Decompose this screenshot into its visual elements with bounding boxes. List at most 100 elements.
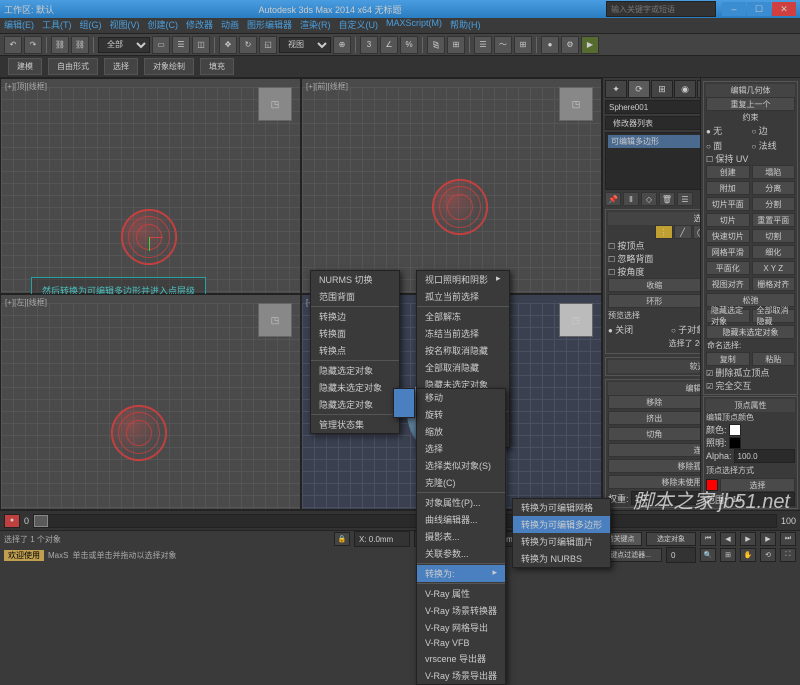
menu-animation[interactable]: 动画: [221, 18, 239, 33]
remove-button[interactable]: 移除: [608, 395, 701, 409]
create-tab[interactable]: ✦: [605, 80, 627, 98]
redo-button[interactable]: ↷: [24, 36, 42, 54]
tab-modeling[interactable]: 建模: [8, 58, 42, 75]
menu-edit[interactable]: 编辑(E): [4, 18, 34, 33]
menu-item[interactable]: 隐藏未选定对象: [311, 379, 399, 396]
select-region-button[interactable]: ◫: [192, 36, 210, 54]
menu-item[interactable]: 缩放: [417, 423, 505, 440]
align-button[interactable]: ⊞: [447, 36, 465, 54]
menu-item[interactable]: V-Ray 场景转换器: [417, 602, 505, 619]
menu-item[interactable]: 选择类似对象(S): [417, 457, 505, 474]
menu-view[interactable]: 视图(V): [110, 18, 140, 33]
menu-item[interactable]: 对象属性(P)...: [417, 494, 505, 511]
scale-button[interactable]: ◱: [259, 36, 277, 54]
menu-item[interactable]: 隐藏选定对象: [311, 362, 399, 379]
extrude-button[interactable]: 挤出: [608, 411, 701, 425]
shrink-button[interactable]: 收缩: [608, 278, 701, 292]
menu-maxscript[interactable]: MAXScript(M): [386, 18, 442, 33]
tab-populate[interactable]: 填充: [200, 58, 234, 75]
menu-render[interactable]: 渲染(R): [300, 18, 331, 33]
snap-button[interactable]: 3: [360, 36, 378, 54]
menu-item[interactable]: 转换为可编辑面片: [513, 533, 610, 550]
zoom-button[interactable]: 🔍: [700, 548, 716, 562]
menu-item[interactable]: 管理状态集: [311, 416, 399, 433]
menu-item-convert-poly[interactable]: 转换为可编辑多边形: [513, 516, 610, 533]
configure-button[interactable]: ☰: [677, 192, 693, 206]
angle-snap-button[interactable]: ∠: [380, 36, 398, 54]
menu-item[interactable]: 按名称取消隐藏: [417, 342, 509, 359]
xyz-button[interactable]: X Y Z: [752, 261, 796, 275]
sel-lock-button[interactable]: 选定对象: [646, 532, 696, 546]
play-button[interactable]: ▶: [740, 532, 756, 546]
viewport-front[interactable]: [+][前][线框] ◳: [301, 78, 602, 294]
paste-button[interactable]: 粘贴: [752, 352, 796, 366]
undo-button[interactable]: ↶: [4, 36, 22, 54]
rollout-vertex-props[interactable]: 顶点属性: [706, 399, 795, 412]
goto-start-button[interactable]: ⏮: [700, 532, 716, 546]
menu-item[interactable]: vrscene 导出器: [417, 650, 505, 667]
viewport-front-label[interactable]: [+][前][线框]: [306, 81, 348, 92]
constraint-normal-radio[interactable]: 法线: [752, 139, 796, 152]
unhide-all-button[interactable]: 全部取消隐藏: [752, 309, 796, 323]
constraint-face-radio[interactable]: 面: [706, 139, 750, 152]
split-button[interactable]: 分割: [752, 197, 796, 211]
menu-item[interactable]: 全部取消隐藏: [417, 359, 509, 376]
vertex-subobj-button[interactable]: ⋮: [655, 225, 673, 239]
mirror-button[interactable]: ⧎: [427, 36, 445, 54]
viewcube-icon[interactable]: ◳: [559, 303, 593, 337]
slice-button[interactable]: 切片: [706, 213, 750, 227]
menu-item[interactable]: 移动: [417, 389, 505, 406]
by-angle-checkbox[interactable]: 按角度: [608, 265, 644, 278]
menu-item[interactable]: V-Ray 场景导出器: [417, 667, 505, 684]
help-search-input[interactable]: [606, 1, 716, 17]
menu-item[interactable]: 转换边: [311, 308, 399, 325]
ignore-backfacing-checkbox[interactable]: 忽略背面: [608, 252, 653, 265]
select-button[interactable]: ▭: [152, 36, 170, 54]
menu-create[interactable]: 创建(C): [148, 18, 179, 33]
schematic-button[interactable]: ⊞: [514, 36, 532, 54]
rollout-edit-geometry[interactable]: 编辑几何体: [706, 84, 795, 97]
maximize-button[interactable]: ☐: [747, 2, 771, 16]
zoom-all-button[interactable]: ⊞: [720, 548, 736, 562]
vcolor-swatch[interactable]: [729, 424, 741, 436]
hierarchy-tab[interactable]: ⊞: [651, 80, 673, 98]
quickslice-button[interactable]: 快速切片: [706, 229, 750, 243]
tessellate-button[interactable]: 细化: [752, 245, 796, 259]
render-button[interactable]: ▶: [581, 36, 599, 54]
select-name-button[interactable]: ☰: [172, 36, 190, 54]
menu-item[interactable]: V-Ray VFB: [417, 636, 505, 650]
detach-button[interactable]: 分离: [752, 181, 796, 195]
edge-subobj-button[interactable]: ╱: [674, 225, 692, 239]
attach-button[interactable]: 附加: [706, 181, 750, 195]
layer-button[interactable]: ☰: [474, 36, 492, 54]
motion-tab[interactable]: ◉: [674, 80, 696, 98]
by-vertex-checkbox[interactable]: 按顶点: [608, 239, 644, 252]
menu-group[interactable]: 组(G): [80, 18, 102, 33]
lock-button[interactable]: 🔒: [334, 532, 350, 546]
tab-paint[interactable]: 对象绘制: [144, 58, 194, 75]
selection-filter[interactable]: 全部: [98, 37, 150, 53]
hide-sel-button[interactable]: 隐藏选定对象: [706, 309, 750, 323]
current-frame-input[interactable]: [666, 547, 696, 563]
menu-item[interactable]: 摄影表...: [417, 528, 505, 545]
timeline-marker[interactable]: [34, 515, 48, 527]
menu-item[interactable]: 关联参数...: [417, 545, 505, 562]
menu-item[interactable]: 孤立当前选择: [417, 288, 509, 305]
msmooth-button[interactable]: 网格平滑: [706, 245, 750, 259]
menu-item[interactable]: 隐藏选定对象: [311, 396, 399, 413]
viewport-top-label[interactable]: [+][顶][线框]: [5, 81, 47, 92]
ring-button[interactable]: 环形: [608, 294, 701, 308]
slice-plane-button[interactable]: 切片平面: [706, 197, 750, 211]
link-button[interactable]: ⛓: [51, 36, 69, 54]
menu-item[interactable]: NURMS 切换: [311, 271, 399, 288]
menu-item[interactable]: 克隆(C): [417, 474, 505, 491]
render-setup-button[interactable]: ⚙: [561, 36, 579, 54]
menu-item[interactable]: 选择: [417, 440, 505, 457]
collapse-button[interactable]: 塌陷: [752, 165, 796, 179]
reset-plane-button[interactable]: 重置平面: [752, 213, 796, 227]
menu-item[interactable]: 视口照明和阴影▸: [417, 271, 509, 288]
menu-modifiers[interactable]: 修改器: [186, 18, 213, 33]
menu-item[interactable]: 旋转: [417, 406, 505, 423]
menu-item[interactable]: 转换面: [311, 325, 399, 342]
hide-unsel-button[interactable]: 隐藏未选定对象: [706, 325, 795, 339]
